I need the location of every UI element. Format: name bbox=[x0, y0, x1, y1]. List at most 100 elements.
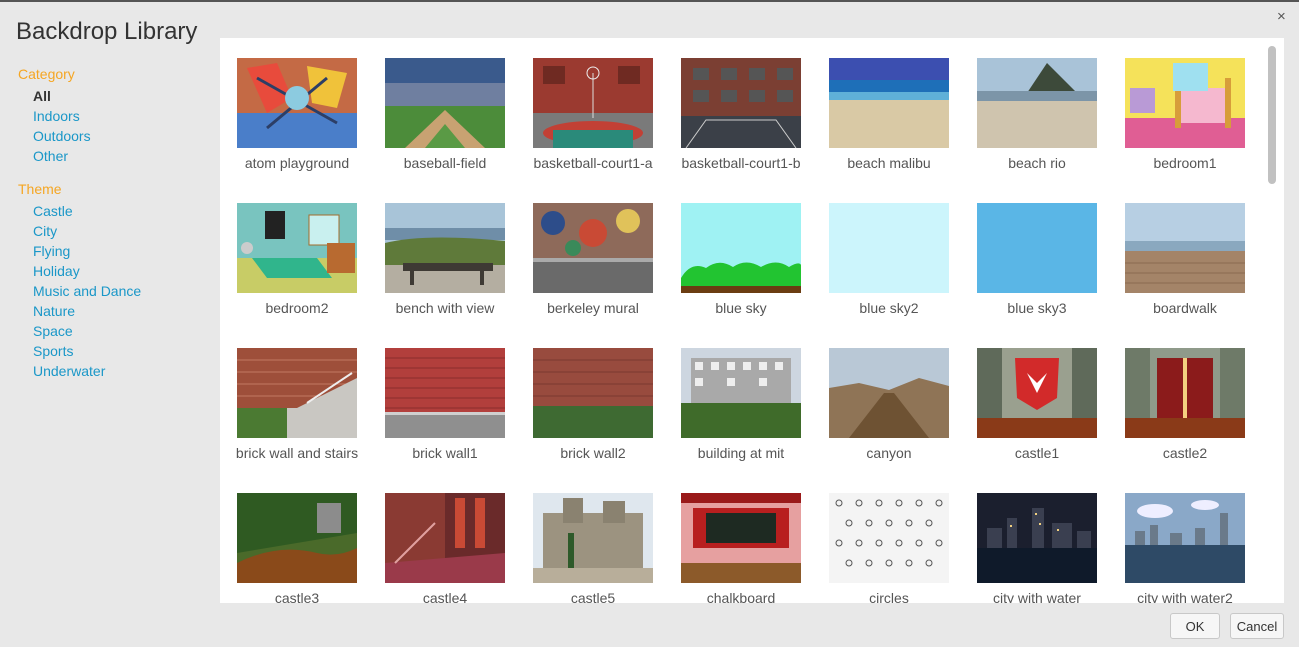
scrollbar-thumb[interactable] bbox=[1268, 46, 1276, 184]
backdrop-label: canyon bbox=[866, 445, 912, 461]
theme-item-nature[interactable]: Nature bbox=[33, 303, 75, 319]
backdrop-item[interactable]: brick wall2 bbox=[516, 328, 664, 461]
backdrop-thumbnail bbox=[385, 493, 505, 583]
backdrop-thumbnail bbox=[237, 203, 357, 293]
category-item-other[interactable]: Other bbox=[33, 148, 68, 164]
backdrop-item[interactable]: brick wall1 bbox=[368, 328, 516, 461]
backdrop-item[interactable]: city with water2 bbox=[1108, 473, 1256, 603]
theme-item-space[interactable]: Space bbox=[33, 323, 73, 339]
backdrop-label: castle3 bbox=[274, 590, 320, 603]
backdrop-label: basketball-court1-a bbox=[533, 155, 653, 171]
close-icon[interactable]: × bbox=[1277, 9, 1286, 25]
backdrop-label: chalkboard bbox=[706, 590, 776, 603]
backdrop-label: boardwalk bbox=[1153, 300, 1217, 316]
backdrop-item[interactable]: bedroom1 bbox=[1108, 38, 1256, 171]
backdrop-item[interactable]: basketball-court1-b bbox=[664, 38, 812, 171]
backdrop-label: circles bbox=[869, 590, 909, 603]
backdrop-thumbnail bbox=[533, 348, 653, 438]
backdrop-thumbnail bbox=[829, 348, 949, 438]
backdrop-item[interactable]: basketball-court1-a bbox=[516, 38, 664, 171]
backdrop-item[interactable]: bedroom2 bbox=[220, 183, 368, 316]
backdrop-thumbnail bbox=[977, 58, 1097, 148]
theme-item-sports[interactable]: Sports bbox=[33, 343, 73, 359]
backdrop-item[interactable]: castle4 bbox=[368, 473, 516, 603]
backdrop-item[interactable]: building at mit bbox=[664, 328, 812, 461]
backdrop-label: blue sky bbox=[715, 300, 767, 316]
backdrop-thumbnail bbox=[237, 348, 357, 438]
category-item-indoors[interactable]: Indoors bbox=[33, 108, 80, 124]
backdrop-item[interactable]: beach malibu bbox=[812, 38, 960, 171]
backdrop-label: bedroom2 bbox=[265, 300, 329, 316]
backdrop-label: beach malibu bbox=[847, 155, 931, 171]
backdrop-thumbnail bbox=[977, 493, 1097, 583]
dialog-title: Backdrop Library bbox=[16, 18, 198, 45]
backdrop-label: building at mit bbox=[697, 445, 785, 461]
backdrop-item[interactable]: baseball-field bbox=[368, 38, 516, 171]
backdrop-label: blue sky2 bbox=[859, 300, 919, 316]
backdrop-item[interactable]: chalkboard bbox=[664, 473, 812, 603]
backdrop-thumbnail bbox=[829, 58, 949, 148]
backdrop-item[interactable]: castle3 bbox=[220, 473, 368, 603]
backdrop-thumbnail bbox=[1125, 493, 1245, 583]
backdrop-thumbnail bbox=[385, 58, 505, 148]
backdrop-label: castle5 bbox=[570, 590, 616, 603]
backdrop-label: castle2 bbox=[1162, 445, 1208, 461]
backdrop-label: castle1 bbox=[1014, 445, 1060, 461]
backdrop-thumbnail bbox=[533, 58, 653, 148]
theme-item-castle[interactable]: Castle bbox=[33, 203, 73, 219]
theme-heading: Theme bbox=[18, 181, 62, 197]
backdrop-label: city with water2 bbox=[1137, 590, 1233, 603]
backdrop-item[interactable]: blue sky bbox=[664, 183, 812, 316]
backdrop-thumbnail bbox=[237, 58, 357, 148]
backdrop-thumbnail bbox=[1125, 348, 1245, 438]
backdrop-item[interactable]: boardwalk bbox=[1108, 183, 1256, 316]
backdrop-label: beach rio bbox=[1008, 155, 1066, 171]
backdrop-label: brick wall1 bbox=[412, 445, 478, 461]
backdrop-label: blue sky3 bbox=[1007, 300, 1067, 316]
theme-item-flying[interactable]: Flying bbox=[33, 243, 70, 259]
backdrop-item[interactable]: beach rio bbox=[960, 38, 1108, 171]
backdrop-thumbnail bbox=[385, 348, 505, 438]
backdrop-item[interactable]: blue sky2 bbox=[812, 183, 960, 316]
backdrop-thumbnail bbox=[385, 203, 505, 293]
ok-button[interactable]: OK bbox=[1170, 613, 1220, 639]
theme-item-city[interactable]: City bbox=[33, 223, 57, 239]
backdrop-thumbnail bbox=[681, 58, 801, 148]
backdrop-item[interactable]: blue sky3 bbox=[960, 183, 1108, 316]
backdrop-item[interactable]: castle1 bbox=[960, 328, 1108, 461]
theme-item-holiday[interactable]: Holiday bbox=[33, 263, 80, 279]
backdrop-item[interactable]: atom playground bbox=[220, 38, 368, 171]
backdrop-label: bench with view bbox=[395, 300, 495, 316]
backdrop-label: bedroom1 bbox=[1153, 155, 1217, 171]
theme-item-music-and-dance[interactable]: Music and Dance bbox=[33, 283, 141, 299]
backdrop-thumbnail bbox=[237, 493, 357, 583]
backdrop-label: baseball-field bbox=[403, 155, 487, 171]
backdrop-item[interactable]: canyon bbox=[812, 328, 960, 461]
backdrop-item[interactable]: brick wall and stairs bbox=[220, 328, 368, 461]
backdrop-item[interactable]: city with water bbox=[960, 473, 1108, 603]
backdrop-label: berkeley mural bbox=[547, 300, 639, 316]
backdrop-thumbnail bbox=[533, 493, 653, 583]
backdrop-thumbnail bbox=[1125, 203, 1245, 293]
backdrop-thumbnail bbox=[681, 203, 801, 293]
backdrop-item[interactable]: circles bbox=[812, 473, 960, 603]
backdrop-thumbnail bbox=[829, 203, 949, 293]
backdrop-item[interactable]: berkeley mural bbox=[516, 183, 664, 316]
category-item-outdoors[interactable]: Outdoors bbox=[33, 128, 91, 144]
cancel-button[interactable]: Cancel bbox=[1230, 613, 1284, 639]
backdrop-thumbnail bbox=[681, 493, 801, 583]
backdrop-label: atom playground bbox=[244, 155, 350, 171]
backdrop-thumbnail bbox=[1125, 58, 1245, 148]
backdrop-thumbnail bbox=[681, 348, 801, 438]
backdrop-item[interactable]: castle2 bbox=[1108, 328, 1256, 461]
backdrop-item[interactable]: bench with view bbox=[368, 183, 516, 316]
category-item-all[interactable]: All bbox=[33, 88, 51, 104]
backdrop-label: brick wall and stairs bbox=[235, 445, 359, 461]
window-top-border bbox=[0, 0, 1299, 2]
backdrop-label: basketball-court1-b bbox=[681, 155, 801, 171]
backdrop-label: city with water bbox=[993, 590, 1081, 603]
backdrop-item[interactable]: castle5 bbox=[516, 473, 664, 603]
backdrop-thumbnail bbox=[829, 493, 949, 583]
theme-item-underwater[interactable]: Underwater bbox=[33, 363, 105, 379]
backdrop-label: castle4 bbox=[422, 590, 468, 603]
